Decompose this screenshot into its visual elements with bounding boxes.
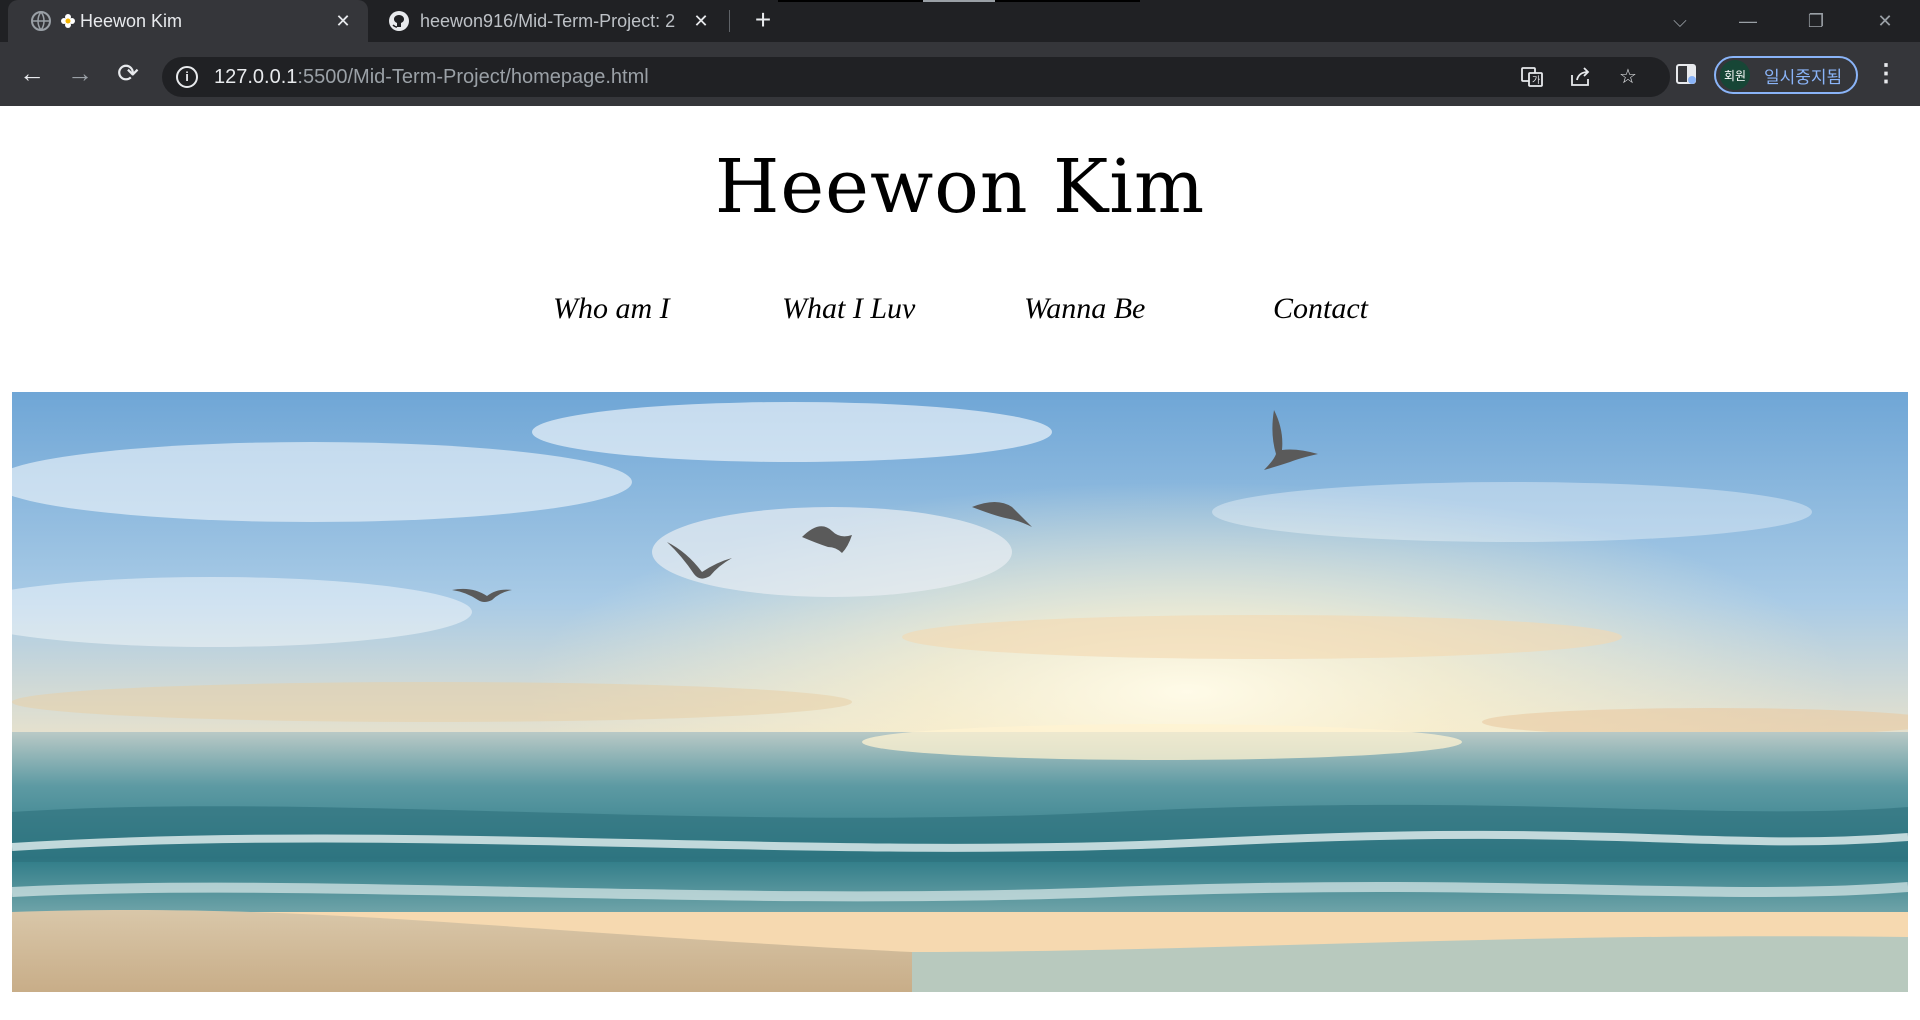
bookmark-star-icon[interactable]: ☆	[1616, 65, 1640, 89]
tab-search-icon[interactable]: ⌵	[1657, 0, 1703, 42]
tab-title: heewon916/Mid-Term-Project: 2	[420, 10, 676, 31]
avatar: 회원	[1720, 60, 1750, 90]
new-tab-button[interactable]: +	[750, 6, 776, 34]
reload-button[interactable]: ⟳	[112, 58, 144, 90]
forward-button[interactable]: →	[64, 58, 96, 90]
close-tab-icon[interactable]: ✕	[332, 11, 354, 32]
nav-contact[interactable]: Contact	[1273, 292, 1368, 326]
minimize-icon[interactable]: —	[1725, 0, 1771, 42]
tab-loading-strip	[778, 0, 1140, 2]
nav-wanna-be[interactable]: Wanna Be	[1024, 292, 1145, 326]
web-page: Heewon Kim Who am I What I Luv Wanna Be …	[0, 106, 1920, 1020]
site-title: Heewon Kim	[714, 144, 1206, 230]
profile-status: 일시중지됨	[1764, 67, 1843, 87]
nav-what-i-luv[interactable]: What I Luv	[782, 292, 915, 326]
svg-text:가: 가	[1532, 75, 1540, 86]
url-host: 127.0.0.1	[214, 66, 298, 88]
tab-strip: Heewon Kim ✕ heewon916/Mid-Term-Project:…	[0, 0, 1920, 42]
github-icon	[388, 10, 410, 32]
share-icon[interactable]	[1568, 65, 1592, 89]
side-panel-icon[interactable]	[1670, 58, 1702, 90]
restore-icon[interactable]: ❐	[1793, 0, 1839, 42]
translate-icon[interactable]: 가	[1520, 65, 1544, 89]
tab-heewon-kim[interactable]: Heewon Kim ✕	[8, 0, 368, 42]
tab-github-repo[interactable]: heewon916/Mid-Term-Project: 2 ✕	[372, 0, 722, 42]
site-info-icon[interactable]: i	[176, 66, 198, 88]
browser-toolbar: ← → ⟳ i 127.0.0.1:5500/Mid-Term-Project/…	[0, 42, 1920, 106]
flower-favicon	[60, 13, 76, 29]
tab-title: Heewon Kim	[80, 10, 183, 31]
back-button[interactable]: ←	[16, 58, 48, 90]
more-menu-icon[interactable]: ⋮	[1870, 58, 1902, 90]
address-bar[interactable]: i 127.0.0.1:5500/Mid-Term-Project/homepa…	[162, 57, 1670, 97]
url-text[interactable]: 127.0.0.1:5500/Mid-Term-Project/homepage…	[214, 66, 649, 89]
tab-separator	[729, 10, 730, 32]
profile-button[interactable]: 회원 일시중지됨	[1714, 56, 1858, 94]
close-tab-icon[interactable]: ✕	[690, 11, 712, 32]
hero-ocean-image	[12, 392, 1908, 992]
url-path: :5500/Mid-Term-Project/homepage.html	[297, 66, 649, 88]
nav-who-am-i[interactable]: Who am I	[553, 292, 670, 326]
globe-icon	[30, 10, 52, 32]
close-window-icon[interactable]: ✕	[1862, 0, 1908, 42]
